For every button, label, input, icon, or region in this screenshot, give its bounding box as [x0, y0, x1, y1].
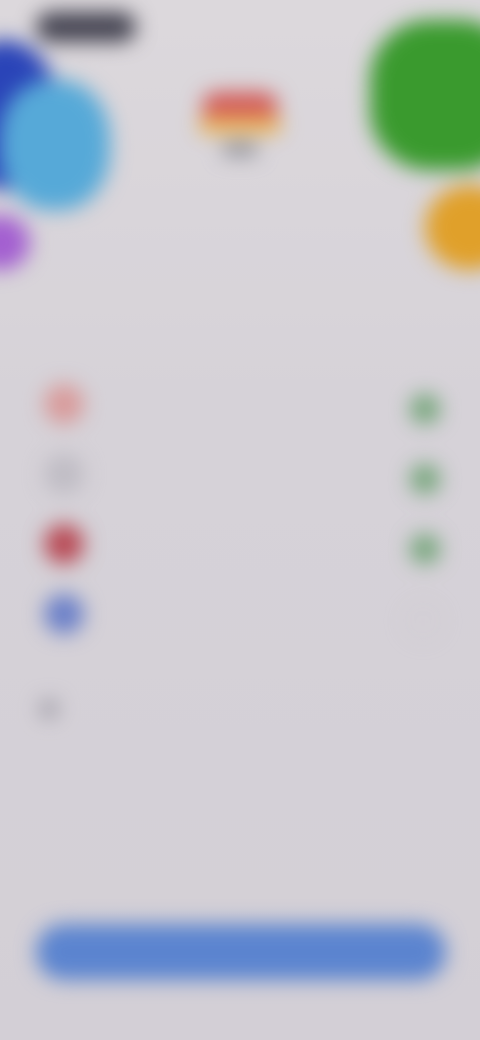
granted-check-icon	[410, 394, 440, 424]
granted-check-icon	[410, 464, 440, 494]
calendar-icon	[44, 594, 84, 634]
permission-list	[44, 380, 440, 660]
health-icon	[44, 524, 84, 564]
permission-text	[104, 380, 410, 386]
permission-row-notifications[interactable]	[44, 380, 440, 450]
blurred-content	[0, 0, 480, 1040]
permission-text	[104, 520, 410, 526]
permission-text	[104, 450, 410, 456]
permission-text	[104, 590, 406, 596]
status-bar-time	[36, 12, 136, 42]
onboarding-screen	[0, 0, 480, 1040]
permission-row-health[interactable]	[44, 520, 440, 590]
permission-row-calendar[interactable]	[44, 590, 440, 660]
permission-row-location[interactable]	[44, 450, 440, 520]
header	[0, 222, 480, 248]
decorative-blob-light-blue	[0, 80, 110, 210]
app-logo-icon	[192, 88, 288, 156]
pending-check-icon	[406, 604, 440, 638]
continue-button[interactable]	[36, 924, 446, 980]
location-icon	[44, 454, 84, 494]
info-icon	[40, 700, 58, 718]
decorative-blob-green	[370, 20, 480, 170]
granted-check-icon	[410, 534, 440, 564]
notification-icon	[44, 384, 84, 424]
privacy-note	[40, 700, 440, 718]
